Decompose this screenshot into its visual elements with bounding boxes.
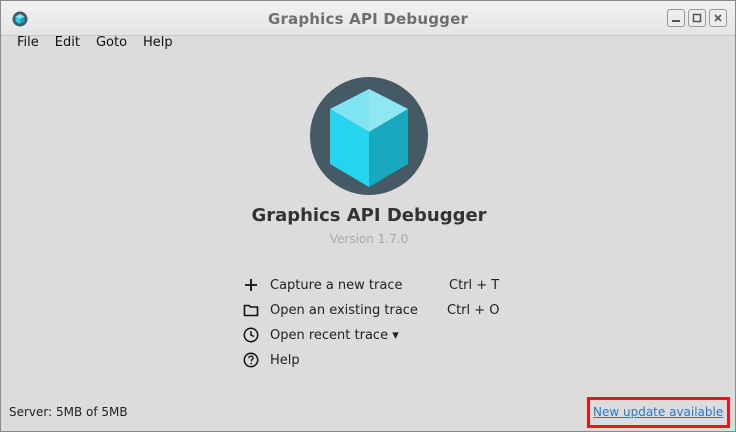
clock-icon: [241, 325, 261, 345]
capture-trace-label: Capture a new trace: [270, 277, 403, 293]
help-action[interactable]: Help: [241, 350, 511, 370]
new-update-link[interactable]: New update available: [593, 405, 723, 419]
app-logo: [310, 77, 428, 195]
close-icon: [714, 14, 722, 22]
open-trace-label: Open an existing trace: [270, 302, 418, 318]
help-label: Help: [270, 352, 300, 368]
maximize-button[interactable]: [688, 9, 706, 27]
close-button[interactable]: [709, 9, 727, 27]
open-recent-action[interactable]: Open recent trace ▾: [241, 325, 511, 345]
menu-edit[interactable]: Edit: [47, 36, 88, 54]
app-window: Graphics API Debugger File Edit Goto Hel…: [0, 0, 736, 432]
menu-file[interactable]: File: [9, 36, 47, 54]
capture-trace-shortcut: Ctrl + T: [449, 278, 500, 293]
title-bar[interactable]: Graphics API Debugger: [1, 1, 735, 36]
plus-icon: [241, 275, 261, 295]
minimize-button[interactable]: [667, 9, 685, 27]
version-label: Version 1.7.0: [329, 232, 409, 246]
folder-icon: [241, 300, 261, 320]
server-status: Server: 5MB of 5MB: [9, 405, 128, 419]
window-title: Graphics API Debugger: [267, 10, 469, 28]
help-circle-icon: [241, 350, 261, 370]
app-name-heading: Graphics API Debugger: [251, 205, 487, 226]
maximize-icon: [692, 13, 702, 23]
menu-goto[interactable]: Goto: [88, 36, 135, 54]
menu-help[interactable]: Help: [135, 36, 181, 54]
menu-bar: File Edit Goto Help: [1, 36, 735, 54]
minimize-icon: [672, 20, 680, 22]
open-trace-shortcut: Ctrl + O: [447, 303, 500, 318]
open-recent-label: Open recent trace ▾: [270, 327, 399, 343]
window-controls: [667, 9, 727, 27]
